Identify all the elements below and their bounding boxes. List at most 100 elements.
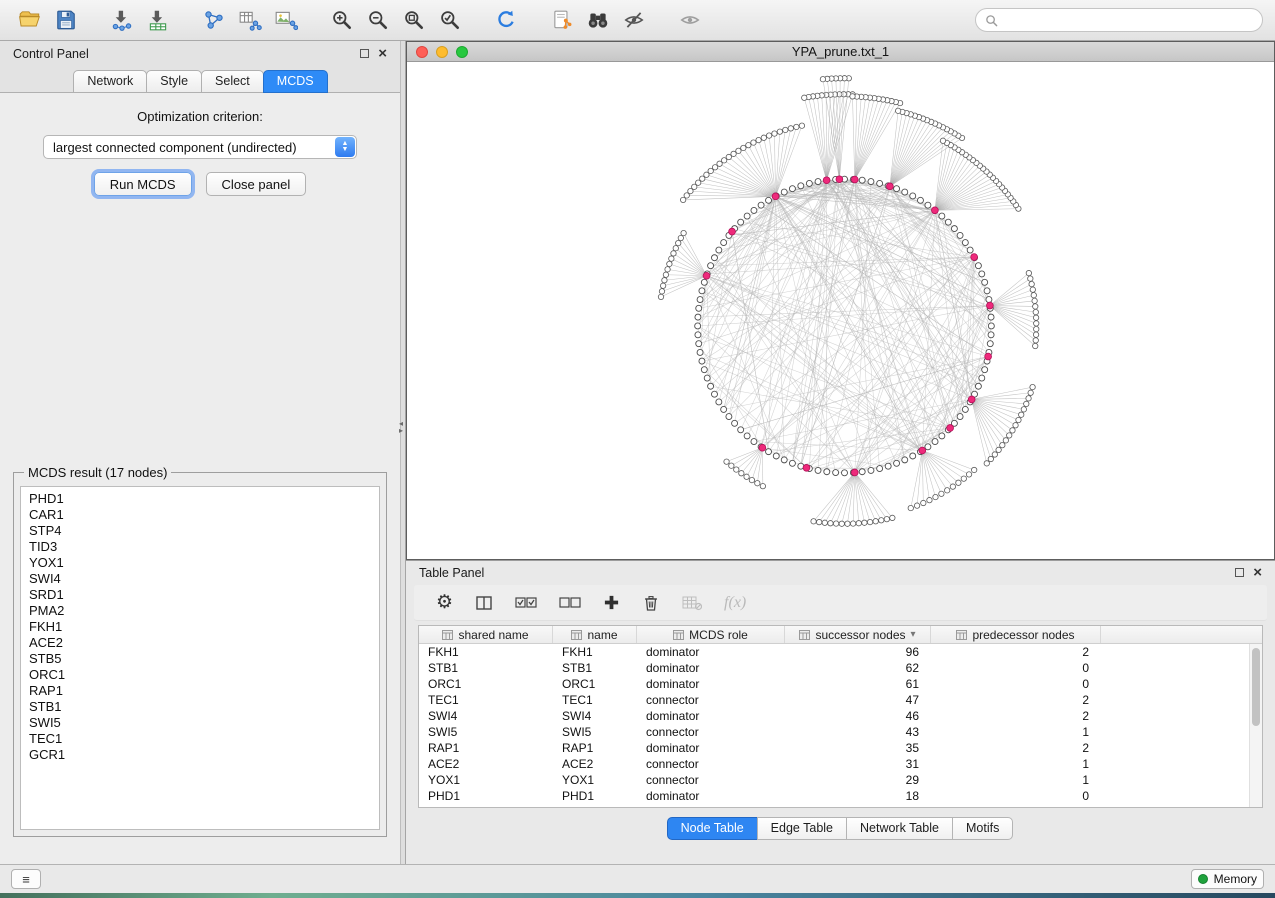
- column-header-name[interactable]: name: [553, 626, 637, 643]
- run-mcds-button[interactable]: Run MCDS: [94, 172, 192, 196]
- mcds-node-item[interactable]: FKH1: [21, 619, 379, 635]
- mcds-node-item[interactable]: TID3: [21, 539, 379, 555]
- float-panel-icon[interactable]: [360, 49, 369, 58]
- cell-predecessor-nodes: 2: [931, 644, 1101, 660]
- table-row[interactable]: RAP1RAP1dominator352: [419, 740, 1262, 756]
- table-row[interactable]: SWI5SWI5connector431: [419, 724, 1262, 740]
- float-table-panel-icon[interactable]: [1235, 568, 1244, 577]
- mcds-node-item[interactable]: RAP1: [21, 683, 379, 699]
- delete-column-button[interactable]: [642, 594, 660, 612]
- sort-chevron-icon[interactable]: ▾: [911, 629, 916, 640]
- clone-network-button[interactable]: [196, 4, 232, 36]
- zoom-in-button[interactable]: [324, 4, 360, 36]
- mcds-node-item[interactable]: TEC1: [21, 731, 379, 747]
- export-image-button[interactable]: [268, 4, 304, 36]
- close-window-button[interactable]: [416, 46, 428, 58]
- panel-toggle-button[interactable]: ≡: [11, 869, 41, 889]
- table-row[interactable]: ACE2ACE2connector311: [419, 756, 1262, 772]
- column-header-shared-name[interactable]: shared name: [419, 626, 553, 643]
- eye-slash-icon: [623, 9, 645, 31]
- toggle-graphics-button[interactable]: [616, 4, 652, 36]
- apply-layout-button[interactable]: [488, 4, 524, 36]
- search-field[interactable]: [975, 8, 1263, 32]
- cell-successor-nodes: 61: [785, 676, 931, 692]
- share-document-button[interactable]: [544, 4, 580, 36]
- table-row[interactable]: FKH1FKH1dominator962: [419, 644, 1262, 660]
- network-canvas[interactable]: [407, 62, 1274, 559]
- mcds-node-item[interactable]: STB1: [21, 699, 379, 715]
- memory-button[interactable]: Memory: [1191, 869, 1264, 889]
- mcds-result-list[interactable]: PHD1CAR1STP4TID3YOX1SWI4SRD1PMA2FKH1ACE2…: [20, 486, 380, 830]
- cell-name: PHD1: [553, 788, 637, 804]
- cell-predecessor-nodes: 2: [931, 692, 1101, 708]
- mcds-node-item[interactable]: YOX1: [21, 555, 379, 571]
- column-header-successor-nodes[interactable]: successor nodes▾: [785, 626, 931, 643]
- table-row[interactable]: SWI4SWI4dominator462: [419, 708, 1262, 724]
- table-row[interactable]: PHD1PHD1dominator180: [419, 788, 1262, 804]
- deselect-all-button[interactable]: [559, 595, 581, 611]
- tab-network-table[interactable]: Network Table: [846, 817, 953, 840]
- tab-edge-table[interactable]: Edge Table: [757, 817, 847, 840]
- function-builder-button-disabled: f(x): [724, 594, 746, 612]
- birds-eye-button[interactable]: [672, 4, 708, 36]
- network-window-titlebar[interactable]: YPA_prune.txt_1: [407, 42, 1274, 62]
- tab-style[interactable]: Style: [146, 70, 202, 93]
- tab-motifs[interactable]: Motifs: [952, 817, 1013, 840]
- import-table-button[interactable]: [140, 4, 176, 36]
- cell-name: RAP1: [553, 740, 637, 756]
- network-graph-svg[interactable]: [407, 62, 1274, 559]
- mcds-node-item[interactable]: STB5: [21, 651, 379, 667]
- network-table-button[interactable]: [232, 4, 268, 36]
- mcds-node-item[interactable]: STP4: [21, 523, 379, 539]
- delete-table-button-disabled: [682, 595, 702, 611]
- mcds-node-item[interactable]: SRD1: [21, 587, 379, 603]
- tab-mcds[interactable]: MCDS: [263, 70, 328, 93]
- criterion-dropdown[interactable]: largest connected component (undirected)…: [43, 135, 357, 159]
- close-panel-button[interactable]: Close panel: [206, 172, 307, 196]
- close-table-panel-icon[interactable]: ×: [1253, 568, 1262, 577]
- tab-select[interactable]: Select: [201, 70, 264, 93]
- mcds-node-item[interactable]: CAR1: [21, 507, 379, 523]
- table-scrollbar[interactable]: [1249, 644, 1262, 807]
- maximize-window-button[interactable]: [456, 46, 468, 58]
- zoom-out-button[interactable]: [360, 4, 396, 36]
- cell-mcds-role: dominator: [637, 644, 785, 660]
- save-session-button[interactable]: [48, 4, 84, 36]
- table-row[interactable]: TEC1TEC1connector472: [419, 692, 1262, 708]
- mcds-node-item[interactable]: SWI4: [21, 571, 379, 587]
- table-row[interactable]: ORC1ORC1dominator610: [419, 676, 1262, 692]
- zoom-fit-button[interactable]: [396, 4, 432, 36]
- search-input[interactable]: [1004, 13, 1253, 27]
- splitter-arrows-icon[interactable]: ◂▸: [399, 420, 403, 434]
- table-toolbar: ⚙: [414, 585, 1267, 621]
- column-header-predecessor-nodes[interactable]: predecessor nodes: [931, 626, 1101, 643]
- table-scrollbar-thumb[interactable]: [1252, 648, 1260, 726]
- table-settings-button[interactable]: ⚙: [436, 593, 453, 612]
- add-column-button[interactable]: [603, 594, 620, 611]
- tab-network[interactable]: Network: [73, 70, 147, 93]
- mcds-node-item[interactable]: ORC1: [21, 667, 379, 683]
- tab-node-table[interactable]: Node Table: [667, 817, 758, 840]
- open-session-button[interactable]: [12, 4, 48, 36]
- mcds-node-item[interactable]: SWI5: [21, 715, 379, 731]
- zoom-selected-button[interactable]: [432, 4, 468, 36]
- cell-filler: [1101, 788, 1262, 804]
- mcds-node-item[interactable]: PHD1: [21, 491, 379, 507]
- show-columns-button[interactable]: [475, 594, 493, 612]
- panel-splitter[interactable]: ◂▸: [400, 41, 406, 864]
- mcds-node-item[interactable]: ACE2: [21, 635, 379, 651]
- table-delete-icon: [682, 595, 702, 611]
- table-row[interactable]: STB1STB1dominator620: [419, 660, 1262, 676]
- close-panel-icon[interactable]: ×: [378, 49, 387, 58]
- import-network-icon: [110, 9, 134, 31]
- column-header-MCDS-role[interactable]: MCDS role: [637, 626, 785, 643]
- mcds-node-item[interactable]: PMA2: [21, 603, 379, 619]
- mcds-node-item[interactable]: GCR1: [21, 747, 379, 763]
- status-bar: ≡ Memory: [0, 864, 1275, 893]
- select-all-button[interactable]: [515, 595, 537, 611]
- find-button[interactable]: [580, 4, 616, 36]
- minimize-window-button[interactable]: [436, 46, 448, 58]
- import-network-button[interactable]: [104, 4, 140, 36]
- table-row[interactable]: YOX1YOX1connector291: [419, 772, 1262, 788]
- node-table-body: FKH1FKH1dominator962STB1STB1dominator620…: [419, 644, 1262, 804]
